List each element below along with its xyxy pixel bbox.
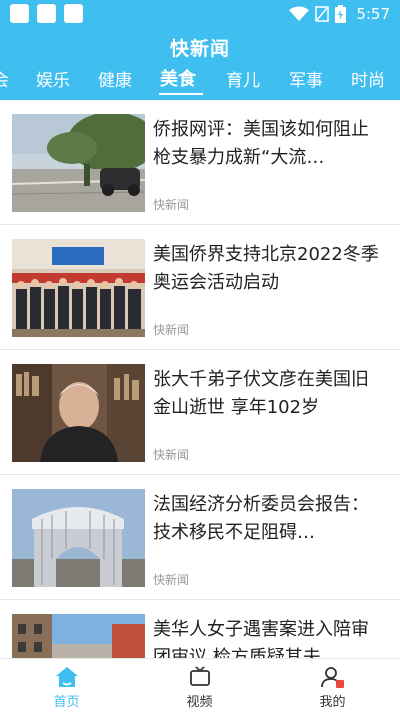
news-item[interactable]: 侨报网评：美国该如何阻止枪支暴力成新“大流… 快新闻 bbox=[0, 100, 400, 225]
news-source: 快新闻 bbox=[153, 198, 190, 212]
profile-icon bbox=[321, 667, 344, 688]
news-thumbnail bbox=[12, 239, 145, 337]
news-source: 快新闻 bbox=[153, 323, 190, 337]
bottom-tab-bar: 首页 视频 我的 bbox=[0, 658, 400, 712]
category-tabs: 会 娱乐 健康 美食 育儿 军事 时尚 bbox=[0, 64, 400, 100]
nav-profile[interactable]: 我的 bbox=[266, 659, 399, 713]
home-icon bbox=[56, 667, 78, 687]
news-item[interactable]: 美华人女子遇害案进入陪审团审议 检方质疑其夫 bbox=[0, 600, 400, 658]
news-title[interactable]: 法国经济分析委员会报告：技术移民不足阻碍… bbox=[153, 491, 385, 547]
news-thumbnail bbox=[12, 489, 145, 587]
news-source: 快新闻 bbox=[153, 573, 190, 587]
news-title[interactable]: 美国侨界支持北京2022冬季奥运会活动启动 bbox=[153, 241, 385, 297]
news-source: 快新闻 bbox=[153, 448, 190, 462]
tab-military[interactable]: 军事 bbox=[289, 66, 323, 91]
nav-video-label: 视频 bbox=[186, 695, 213, 710]
tab-social[interactable]: 会 bbox=[0, 66, 9, 91]
app-title: 快新闻 bbox=[169, 38, 230, 60]
notification-icon bbox=[10, 4, 29, 23]
news-item[interactable]: 美国侨界支持北京2022冬季奥运会活动启动 快新闻 bbox=[0, 225, 400, 350]
nav-video[interactable]: 视频 bbox=[133, 659, 266, 713]
tab-food[interactable]: 美食 bbox=[160, 65, 196, 91]
video-icon bbox=[190, 666, 210, 686]
app-header: 快新闻 会 娱乐 健康 美食 育儿 军事 时尚 bbox=[0, 28, 400, 100]
wifi-icon bbox=[289, 6, 310, 21]
news-title[interactable]: 张大千弟子伏文彦在美国旧金山逝世 享年102岁 bbox=[153, 366, 385, 422]
status-bar: 5:57 bbox=[0, 0, 400, 28]
news-thumbnail bbox=[12, 364, 145, 462]
tab-health[interactable]: 健康 bbox=[98, 66, 132, 91]
tab-entertainment[interactable]: 娱乐 bbox=[36, 66, 70, 91]
clock-time: 5:57 bbox=[356, 5, 390, 23]
tab-fashion[interactable]: 时尚 bbox=[351, 66, 385, 91]
news-item[interactable]: 法国经济分析委员会报告：技术移民不足阻碍… 快新闻 bbox=[0, 475, 400, 600]
nav-home[interactable]: 首页 bbox=[0, 659, 133, 713]
news-thumbnail bbox=[12, 614, 145, 658]
nav-home-label: 首页 bbox=[53, 695, 80, 710]
news-title[interactable]: 美华人女子遇害案进入陪审团审议 检方质疑其夫 bbox=[153, 616, 385, 658]
tab-parenting[interactable]: 育儿 bbox=[226, 66, 260, 91]
news-item[interactable]: 张大千弟子伏文彦在美国旧金山逝世 享年102岁 快新闻 bbox=[0, 350, 400, 475]
notification-icon bbox=[64, 4, 83, 23]
news-thumbnail bbox=[12, 114, 145, 212]
news-title[interactable]: 侨报网评：美国该如何阻止枪支暴力成新“大流… bbox=[153, 116, 385, 172]
active-tab-indicator bbox=[159, 93, 203, 95]
nav-profile-label: 我的 bbox=[319, 695, 346, 710]
news-list: 侨报网评：美国该如何阻止枪支暴力成新“大流… 快新闻 美国侨界支持北京2022冬 bbox=[0, 100, 400, 658]
battery-icon bbox=[335, 5, 347, 23]
signal-icon bbox=[315, 6, 330, 22]
notification-icon bbox=[37, 4, 56, 23]
